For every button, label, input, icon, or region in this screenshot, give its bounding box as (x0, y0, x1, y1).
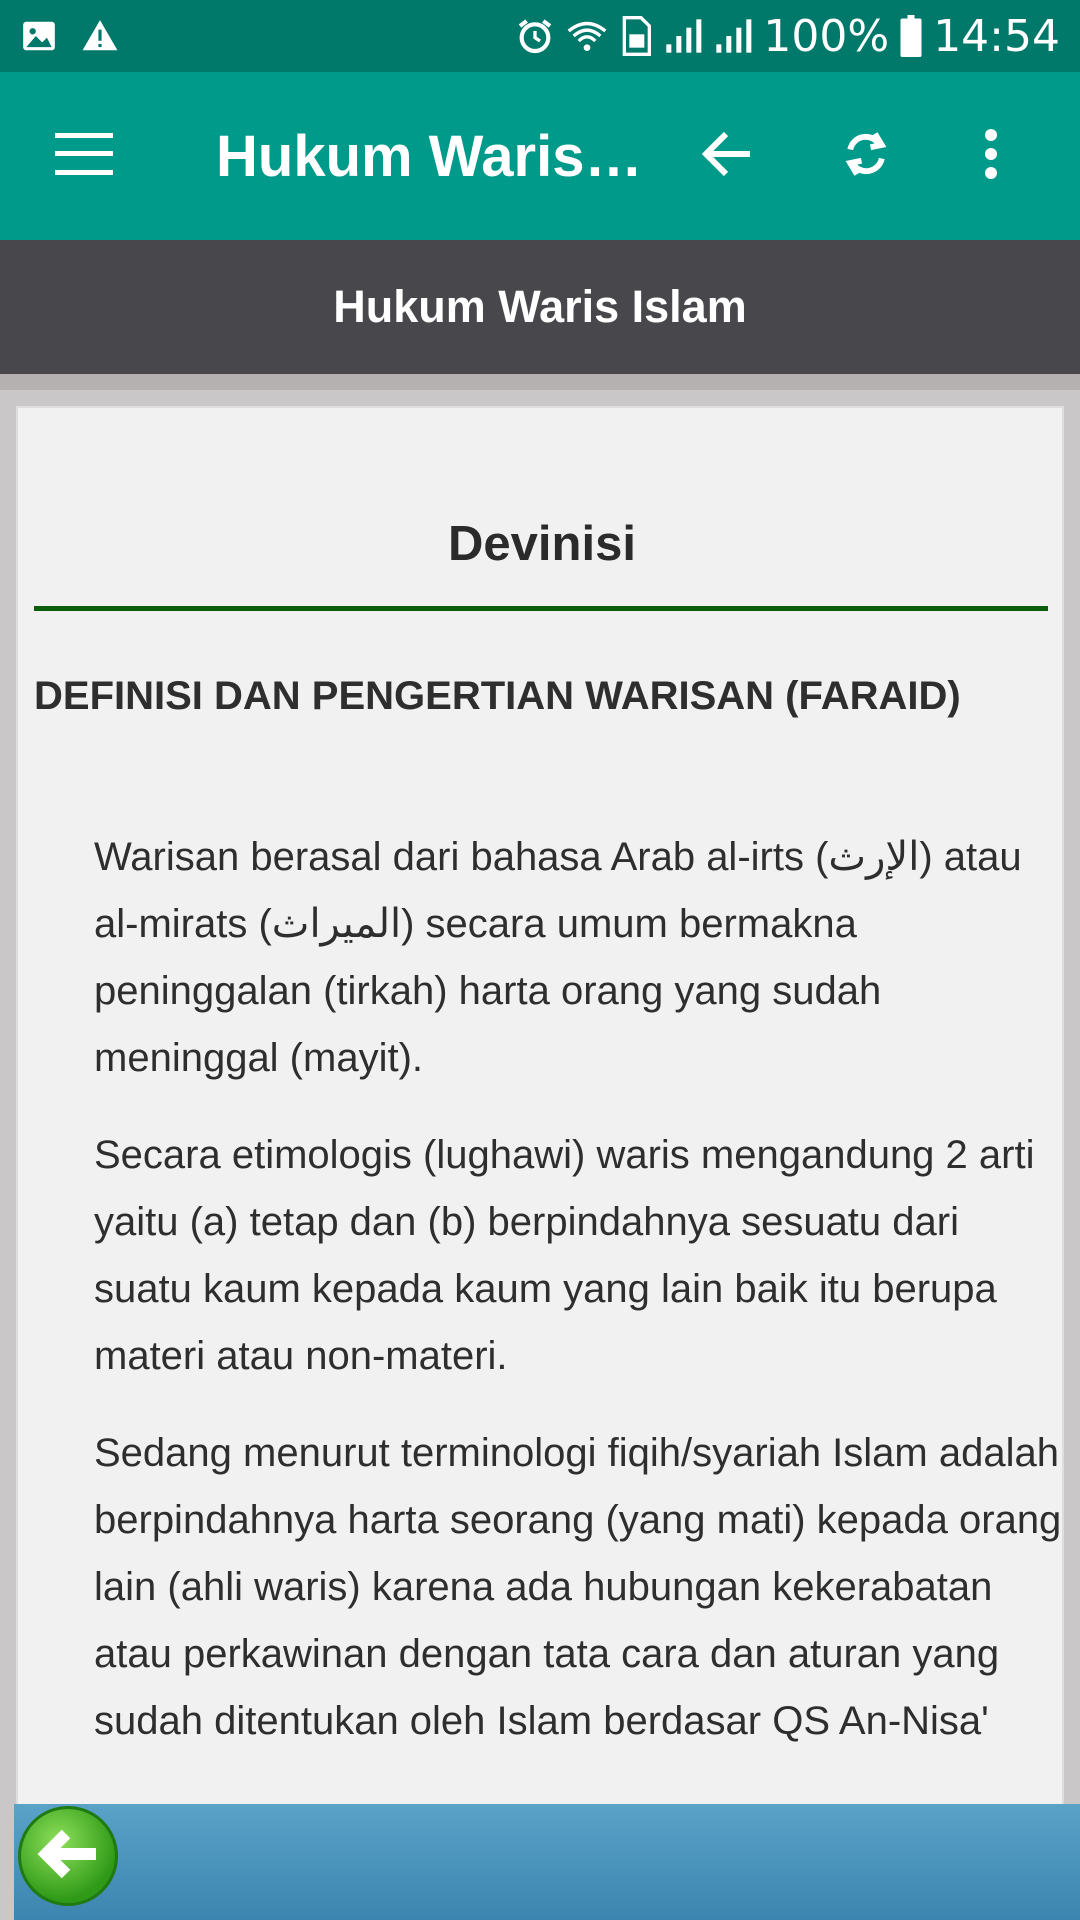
paragraph: Warisan berasal dari bahasa Arab al-irts… (94, 835, 1022, 1080)
content-heading: DEFINISI DAN PENGERTIAN WARISAN (FARAID) (34, 674, 961, 718)
menu-icon (55, 132, 113, 180)
page-header: Hukum Waris Islam (0, 240, 1080, 374)
signal-icon (663, 16, 703, 56)
refresh-button[interactable] (796, 72, 936, 240)
bottom-bar (14, 1804, 1080, 1920)
image-icon (20, 17, 58, 55)
section-divider (34, 606, 1048, 611)
alarm-icon (515, 16, 555, 56)
content-card[interactable]: Devinisi DEFINISI DAN PENGERTIAN WARISAN… (16, 406, 1064, 1920)
more-vert-icon (983, 128, 999, 185)
wifi-icon (565, 16, 609, 56)
back-fab-icon (36, 1828, 100, 1885)
page-header-title: Hukum Waris Islam (333, 281, 747, 332)
battery-percent: 100% (763, 10, 890, 62)
menu-button[interactable] (0, 72, 168, 240)
signal-icon (713, 16, 753, 56)
battery-icon (899, 15, 923, 57)
back-button[interactable] (656, 72, 796, 240)
warning-icon (80, 17, 120, 55)
back-fab-button[interactable] (18, 1806, 118, 1906)
section-title: Devinisi (448, 517, 636, 571)
sim-icon (619, 16, 653, 56)
paragraph: Sedang menurut terminologi fiqih/syariah… (94, 1431, 1062, 1743)
more-button[interactable] (936, 72, 1046, 240)
back-arrow-icon (700, 130, 752, 183)
header-band (0, 374, 1080, 390)
refresh-icon (839, 124, 893, 189)
status-bar: 100% 14:54 (0, 0, 1080, 72)
app-title: Hukum Waris I... (216, 123, 656, 189)
content-body: Warisan berasal dari bahasa Arab al-irts… (94, 824, 1062, 1785)
clock: 14:54 (933, 10, 1060, 62)
app-bar: Hukum Waris I... (0, 72, 1080, 240)
paragraph: Secara etimologis (lughawi) waris mengan… (94, 1133, 1035, 1378)
